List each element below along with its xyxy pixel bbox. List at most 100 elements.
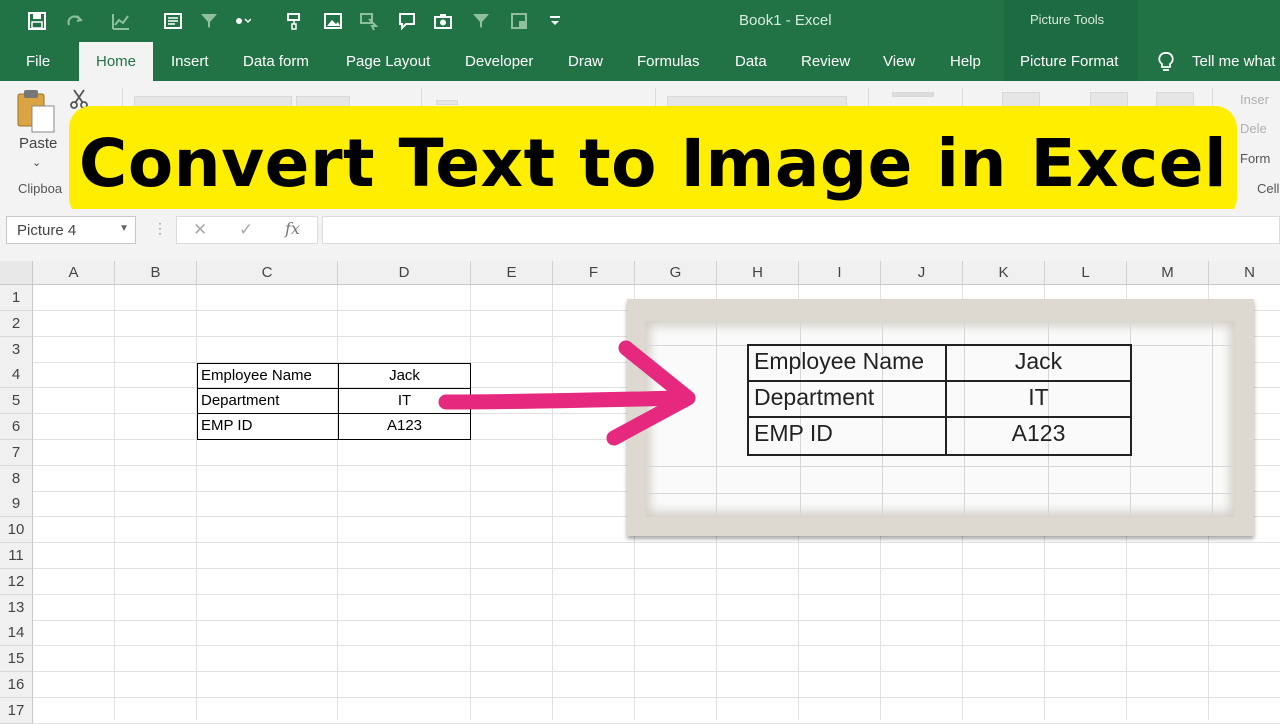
row-header[interactable]: 14: [0, 620, 33, 647]
filter-icon[interactable]: [196, 8, 222, 34]
picture-gridline: [645, 466, 1235, 467]
delete-cells-button[interactable]: Dele: [1240, 121, 1267, 136]
arrow-icon: [438, 340, 696, 446]
column-header[interactable]: N: [1209, 261, 1280, 285]
row-header[interactable]: 1: [0, 285, 33, 311]
row-header[interactable]: 9: [0, 491, 33, 518]
picture-cell-value: Jack: [945, 344, 1132, 382]
column-header[interactable]: J: [881, 261, 963, 285]
tab-developer[interactable]: Developer: [465, 42, 533, 81]
tab-insert[interactable]: Insert: [171, 42, 209, 81]
picture-tools-label: Picture Tools: [1030, 12, 1105, 27]
tab-help[interactable]: Help: [950, 42, 981, 81]
row-header[interactable]: 5: [0, 388, 33, 415]
gridline-horizontal: [33, 568, 1280, 569]
tab-data[interactable]: Data: [735, 42, 767, 81]
select-all-corner[interactable]: [0, 261, 33, 285]
name-box[interactable]: Picture 4 ▼: [6, 216, 136, 244]
paste-dropdown-caret[interactable]: ⌄: [32, 156, 41, 169]
gridline-horizontal: [33, 671, 1280, 673]
column-header[interactable]: M: [1127, 261, 1209, 285]
save-icon[interactable]: [24, 8, 50, 34]
redo-icon[interactable]: [62, 8, 88, 34]
row-header[interactable]: 11: [0, 543, 33, 569]
picture-gridline: [716, 321, 717, 517]
column-header[interactable]: F: [553, 261, 635, 285]
gridline-vertical: [114, 285, 115, 720]
tab-picture-format[interactable]: Picture Format: [1020, 42, 1118, 81]
tell-me-label: Tell me what: [1192, 53, 1276, 70]
gridline-horizontal: [33, 697, 1280, 698]
paste-icon: [17, 90, 55, 133]
row-header[interactable]: 8: [0, 465, 33, 492]
cancel-icon[interactable]: ✕: [193, 220, 207, 240]
tell-me-search[interactable]: Tell me what: [1156, 42, 1275, 81]
column-header[interactable]: L: [1045, 261, 1127, 285]
row-header[interactable]: 16: [0, 672, 33, 698]
gridline-horizontal: [33, 593, 1280, 595]
tab-file[interactable]: File: [26, 42, 50, 81]
tab-page-layout[interactable]: Page Layout: [346, 42, 430, 81]
tab-formulas[interactable]: Formulas: [637, 42, 700, 81]
gridline-horizontal: [33, 619, 1280, 621]
lightbulb-icon: [1158, 51, 1174, 71]
cells-group-label: Cell: [1257, 181, 1280, 196]
column-header[interactable]: H: [717, 261, 799, 285]
name-box-dropdown-icon[interactable]: ▼: [119, 223, 129, 234]
insert-cells-button[interactable]: Inser: [1240, 92, 1269, 107]
column-header[interactable]: I: [799, 261, 881, 285]
row-header[interactable]: 3: [0, 336, 33, 363]
picture-gridline: [1212, 321, 1213, 517]
comment-icon[interactable]: [394, 8, 420, 34]
row-header[interactable]: 13: [0, 594, 33, 621]
align-top-icon[interactable]: [436, 100, 458, 105]
shape-icon[interactable]: [506, 8, 532, 34]
title-banner: Convert Text to Image in Excel: [69, 106, 1237, 220]
row-header[interactable]: 2: [0, 310, 33, 337]
table-cell-label[interactable]: Department: [197, 388, 339, 414]
row-header[interactable]: 12: [0, 568, 33, 595]
enter-check-icon[interactable]: ✓: [239, 220, 253, 240]
column-header[interactable]: B: [115, 261, 197, 285]
format-cells-button[interactable]: Form: [1240, 151, 1270, 166]
camera-icon[interactable]: [430, 8, 456, 34]
picture-icon[interactable]: [320, 8, 346, 34]
tab-review[interactable]: Review: [801, 42, 850, 81]
picture-gridline: [645, 493, 1235, 494]
formula-input[interactable]: [322, 216, 1280, 244]
bullet-icon[interactable]: [228, 8, 254, 34]
conditional-format-icon[interactable]: [892, 92, 934, 97]
form-icon[interactable]: [160, 8, 186, 34]
paste-label: Paste: [19, 135, 58, 152]
row-header[interactable]: 15: [0, 646, 33, 673]
table-cell-label[interactable]: EMP ID: [197, 413, 339, 440]
picture-cell-label: Department: [747, 380, 947, 418]
column-header[interactable]: G: [635, 261, 717, 285]
formula-bar-grip-icon[interactable]: ⋮: [153, 220, 167, 237]
gridline-horizontal: [33, 645, 1280, 647]
row-header[interactable]: 4: [0, 362, 33, 389]
chart-icon[interactable]: [108, 8, 134, 34]
table-cell-label[interactable]: Employee Name: [197, 363, 339, 389]
insert-function-icon[interactable]: fx: [285, 219, 300, 238]
format-painter-icon[interactable]: [282, 8, 308, 34]
tab-view[interactable]: View: [883, 42, 915, 81]
document-title: Book1 - Excel: [739, 12, 832, 29]
tab-data-form[interactable]: Data form: [243, 42, 309, 81]
tab-home[interactable]: Home: [79, 42, 153, 81]
row-header[interactable]: 7: [0, 439, 33, 466]
tab-draw[interactable]: Draw: [568, 42, 603, 81]
gridline-horizontal: [33, 542, 1280, 544]
banner-title: Convert Text to Image in Excel: [78, 124, 1228, 202]
column-header[interactable]: C: [197, 261, 338, 285]
column-header[interactable]: E: [471, 261, 553, 285]
filter-icon-2[interactable]: [468, 8, 494, 34]
column-header[interactable]: D: [338, 261, 471, 285]
row-header[interactable]: 10: [0, 517, 33, 544]
column-header[interactable]: K: [963, 261, 1045, 285]
name-box-value: Picture 4: [17, 222, 77, 239]
customize-qat-icon[interactable]: [542, 8, 568, 34]
row-header[interactable]: 6: [0, 414, 33, 440]
column-header[interactable]: A: [33, 261, 115, 285]
pointer-icon[interactable]: [356, 8, 382, 34]
